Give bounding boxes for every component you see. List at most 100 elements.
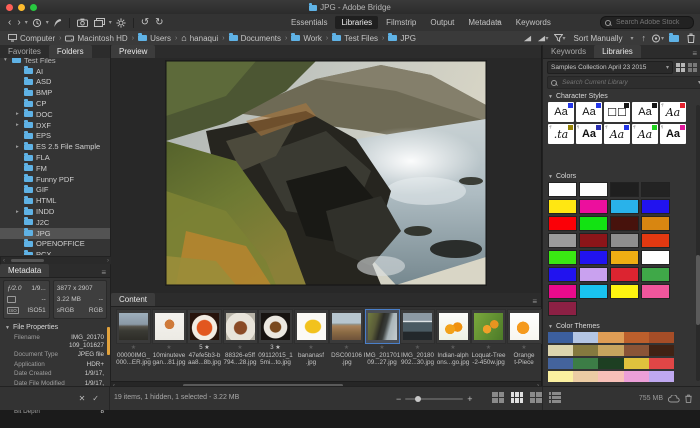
- thumbnail-rating[interactable]: ★: [486, 344, 491, 352]
- thumbnail-image-box[interactable]: [436, 309, 471, 344]
- slider-knob[interactable]: [415, 396, 421, 402]
- thumbnail-image-box[interactable]: [187, 309, 222, 344]
- disclosure-icon[interactable]: ▸: [16, 111, 22, 117]
- metadata-menu-icon[interactable]: ≡: [97, 268, 110, 277]
- apply-metadata-icon[interactable]: ✓: [92, 394, 99, 403]
- color-theme-swatch[interactable]: [548, 358, 674, 369]
- color-swatch[interactable]: [610, 199, 639, 214]
- color-swatch[interactable]: [579, 267, 608, 282]
- zoom-out-icon[interactable]: −: [396, 394, 401, 404]
- list-view-icon[interactable]: [688, 63, 697, 72]
- tab-metadata[interactable]: Metadata: [0, 264, 49, 277]
- file-property-value[interactable]: 1/9/17,: [85, 370, 104, 378]
- thumbnail-item[interactable]: ★88326-e5ff794...28.jpg: [224, 306, 257, 378]
- workspace-chevron-icon[interactable]: ▾: [496, 19, 501, 26]
- tab-folders[interactable]: Folders: [49, 45, 92, 58]
- color-swatch[interactable]: [579, 216, 608, 231]
- color-swatch[interactable]: [610, 267, 639, 282]
- adobe-stock-search[interactable]: [600, 16, 694, 29]
- thumbnail-image-box[interactable]: [116, 309, 151, 344]
- colors-header[interactable]: ▼Colors: [543, 171, 700, 182]
- tree-item-parent[interactable]: ▾Test Files: [0, 58, 110, 66]
- tree-item-es-2-5-file-sample[interactable]: ▸ES 2.5 File Sample: [0, 141, 110, 152]
- tree-item-eps[interactable]: EPS: [0, 131, 110, 142]
- tree-item-openoffice[interactable]: OPENOFFICE: [0, 239, 110, 250]
- tree-item-fm[interactable]: FM: [0, 163, 110, 174]
- character-style-swatch[interactable]: ¶Aa: [632, 124, 658, 144]
- thumbnail-rating[interactable]: ★: [521, 344, 526, 352]
- color-theme-swatch[interactable]: [548, 345, 674, 356]
- thumbnail-image-box[interactable]: [152, 309, 187, 344]
- color-swatch[interactable]: [579, 250, 608, 265]
- color-swatch[interactable]: [610, 233, 639, 248]
- thumbnail-image-box[interactable]: [294, 309, 329, 344]
- character-style-swatch[interactable]: ¶.ta: [548, 124, 574, 144]
- tree-item-cp[interactable]: CP: [0, 98, 110, 109]
- thumbnail-item[interactable]: ★Oranget-Piece: [508, 306, 541, 378]
- thumbnail-rating[interactable]: ★: [344, 344, 349, 352]
- thumbnail-image-box[interactable]: [400, 309, 435, 344]
- character-style-swatch[interactable]: Aa: [548, 102, 574, 122]
- tree-item-indd[interactable]: ▸INDD: [0, 206, 110, 217]
- workspace-tab-output[interactable]: Output: [424, 16, 460, 29]
- tree-item-gif[interactable]: GIF: [0, 185, 110, 196]
- color-swatch[interactable]: [579, 284, 608, 299]
- recent-files-icon[interactable]: [29, 18, 45, 28]
- file-property-value[interactable]: JPEG file: [78, 351, 104, 359]
- thumbnail-rating[interactable]: ★: [237, 344, 242, 352]
- thumbnail-rating[interactable]: ★: [450, 344, 455, 352]
- grid-view-icon[interactable]: [676, 63, 685, 72]
- breadcrumb-item-test-files[interactable]: Test Files›: [332, 34, 384, 43]
- tab-libraries[interactable]: Libraries: [594, 45, 641, 58]
- zoom-in-icon[interactable]: +: [467, 394, 472, 404]
- thumbnail-image-box[interactable]: [507, 309, 542, 344]
- workspace-tab-filmstrip[interactable]: Filmstrip: [380, 16, 422, 29]
- color-swatch[interactable]: [641, 267, 670, 282]
- refine-icon[interactable]: [113, 18, 129, 28]
- character-styles-header[interactable]: ▼Character Styles: [543, 91, 700, 102]
- tab-keywords[interactable]: Keywords: [543, 45, 594, 58]
- character-style-swatch[interactable]: ☐☐: [604, 102, 630, 122]
- stock-search-input[interactable]: [614, 18, 688, 27]
- character-style-swatch[interactable]: ¶Aa: [660, 124, 686, 144]
- tab-preview[interactable]: Preview: [111, 45, 155, 58]
- character-style-swatch[interactable]: ¶Aa: [660, 102, 686, 122]
- breadcrumb-item-macintosh-hd[interactable]: Macintosh HD›: [65, 34, 134, 43]
- back-button[interactable]: ‹: [5, 18, 14, 28]
- new-folder-button[interactable]: [669, 35, 679, 42]
- color-swatch[interactable]: [548, 250, 577, 265]
- color-swatch[interactable]: [579, 182, 608, 197]
- thumbnail-rating[interactable]: ★: [166, 344, 171, 352]
- color-swatch[interactable]: [610, 250, 639, 265]
- scroll-left-icon[interactable]: ‹: [1, 258, 7, 264]
- thumbnail-item[interactable]: ★Indian-alphons...go.jpg: [437, 306, 470, 378]
- color-swatch[interactable]: [548, 199, 577, 214]
- breadcrumb-item-computer[interactable]: Computer›: [8, 34, 61, 43]
- details-view-icon[interactable]: [530, 392, 542, 403]
- character-style-swatch[interactable]: ¶Aa: [604, 124, 630, 144]
- library-collection-dropdown[interactable]: Samples Collection April 23 2015▾: [547, 61, 673, 74]
- color-swatch[interactable]: [579, 199, 608, 214]
- photo-stack-icon[interactable]: [91, 18, 108, 27]
- thumbnail-image-box[interactable]: [223, 309, 258, 344]
- delete-library-icon[interactable]: [685, 394, 692, 403]
- thumbnail-image-box[interactable]: [365, 309, 400, 344]
- workspace-tab-libraries[interactable]: Libraries: [335, 16, 378, 29]
- thumbnail-rating[interactable]: 3 ★: [270, 344, 280, 352]
- tree-item-dxf[interactable]: ▸DXF: [0, 120, 110, 131]
- grid-lock-view-icon[interactable]: [492, 392, 504, 403]
- thumbnail-image-box[interactable]: [471, 309, 506, 344]
- thumbnail-item[interactable]: 5 ★47efe5b3-baa8...8b.jpg: [188, 306, 221, 378]
- slider-track[interactable]: [405, 398, 463, 400]
- character-style-swatch[interactable]: ¶Aa: [576, 124, 602, 144]
- workspace-tab-keywords[interactable]: Keywords: [510, 16, 557, 29]
- thumbnail-rating[interactable]: ★: [308, 344, 313, 352]
- delete-button[interactable]: [687, 33, 695, 43]
- color-swatch[interactable]: [610, 284, 639, 299]
- thumbnail-item[interactable]: ★IMG_20170109...27.jpg: [366, 306, 399, 378]
- color-swatch[interactable]: [610, 216, 639, 231]
- disclosure-icon[interactable]: ▸: [16, 144, 22, 150]
- disclosure-icon[interactable]: ▾: [4, 58, 10, 63]
- file-property-value[interactable]: IMG_20170 109_101627: [60, 334, 104, 349]
- rotate-left-icon[interactable]: ↺: [138, 18, 152, 28]
